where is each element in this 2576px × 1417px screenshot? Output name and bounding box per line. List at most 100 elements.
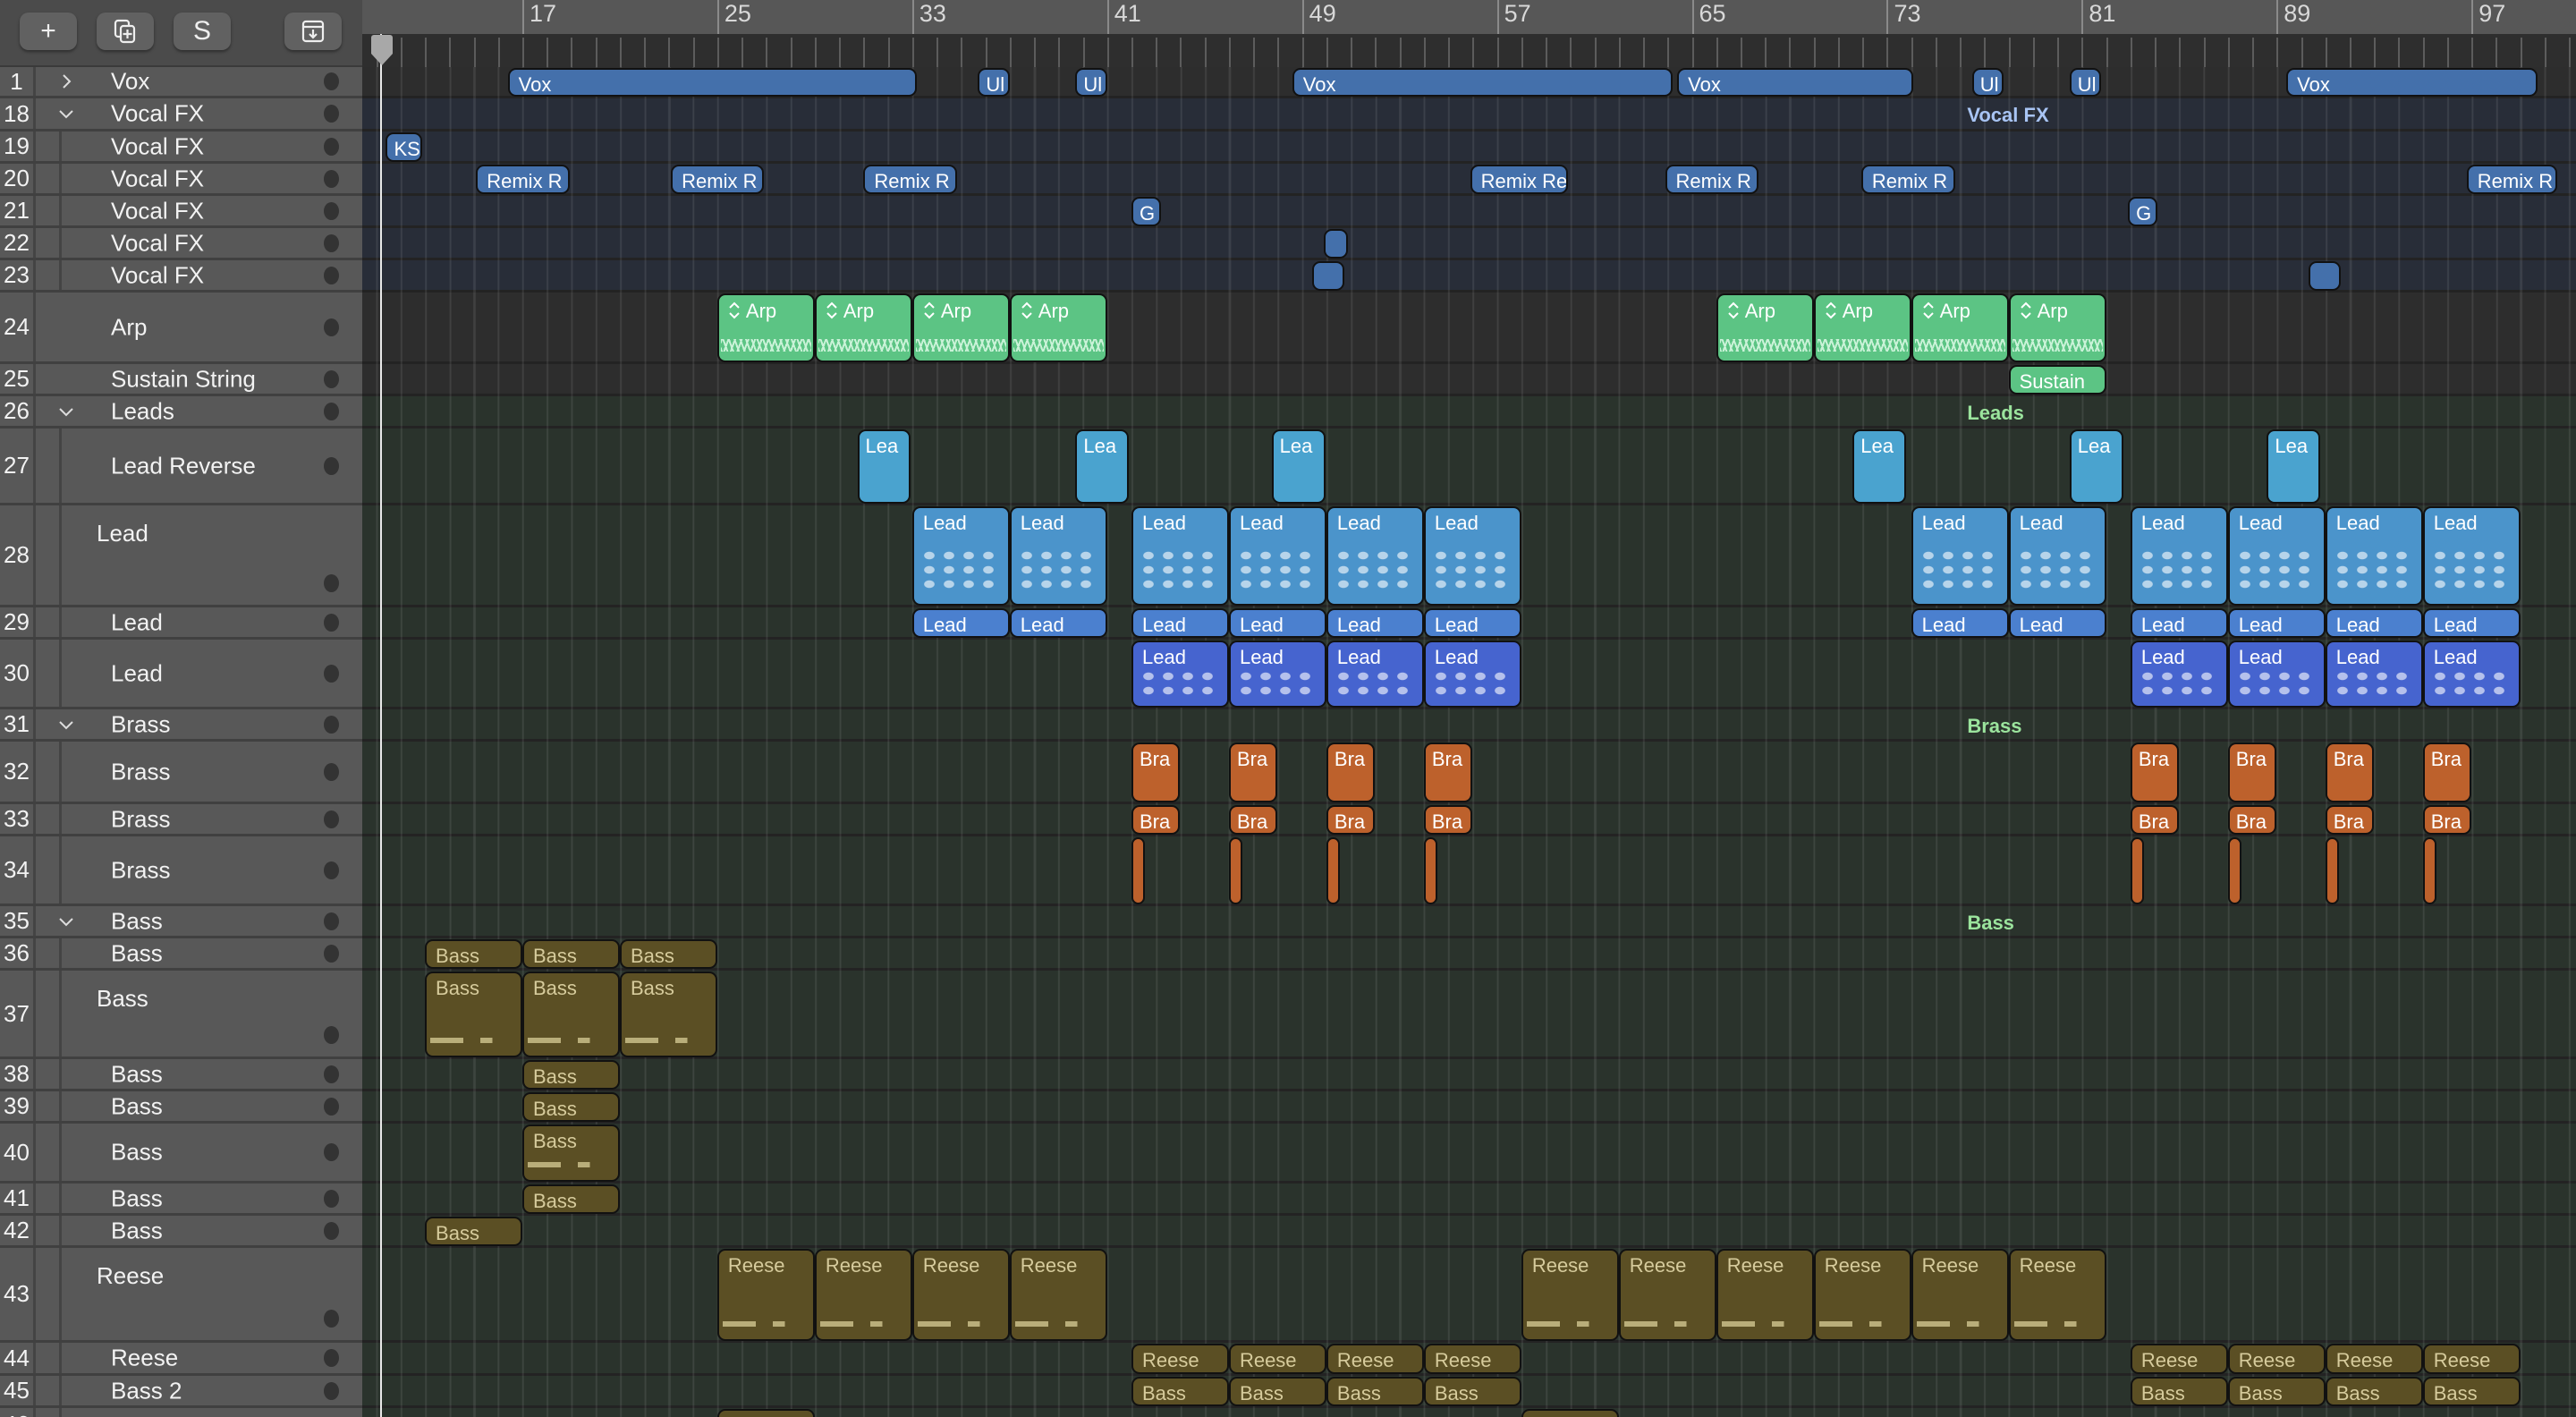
- region-untitled[interactable]: [2130, 837, 2144, 904]
- region-vox[interactable]: Vox: [2286, 68, 2538, 97]
- region-bass[interactable]: Bass: [619, 939, 717, 969]
- region-lead[interactable]: Lead: [2325, 506, 2423, 606]
- record-enable-dot[interactable]: [324, 318, 339, 336]
- region-bra[interactable]: Bra: [2227, 742, 2277, 802]
- region-reese[interactable]: Reese: [1911, 1249, 2009, 1341]
- record-enable-dot[interactable]: [324, 137, 339, 156]
- region-ks[interactable]: KS: [386, 132, 423, 162]
- region-untitled[interactable]: [1131, 837, 1145, 904]
- region-bra[interactable]: Bra: [1326, 742, 1376, 802]
- region-remix-r[interactable]: Remix R: [863, 165, 958, 194]
- track-name[interactable]: Reese: [97, 1262, 164, 1290]
- chevron-down-icon[interactable]: [57, 912, 75, 930]
- region-lead[interactable]: Lead: [2422, 506, 2521, 606]
- track-name[interactable]: Lead Reverse: [111, 452, 256, 479]
- region-lead[interactable]: Lead: [2130, 506, 2228, 606]
- track-header-40[interactable]: 40 Bass: [0, 1124, 362, 1184]
- record-enable-dot[interactable]: [324, 169, 339, 188]
- track-name[interactable]: Vocal FX: [111, 132, 204, 160]
- region-lead[interactable]: Lead: [1423, 506, 1521, 606]
- region-lead[interactable]: Lead: [1911, 608, 2009, 638]
- region-bra[interactable]: Bra: [2130, 805, 2180, 835]
- track-header-37[interactable]: 37 Bass: [0, 971, 362, 1059]
- region-ul[interactable]: Ul: [978, 68, 1010, 97]
- track-header-41[interactable]: 41 Bass: [0, 1184, 362, 1216]
- record-enable-dot[interactable]: [324, 912, 339, 930]
- record-enable-dot[interactable]: [324, 613, 339, 632]
- track-name[interactable]: Bass: [97, 985, 148, 1013]
- track-header-42[interactable]: 42 Bass: [0, 1216, 362, 1248]
- track-name[interactable]: Lead: [111, 659, 163, 687]
- region-lead[interactable]: Lead: [2130, 608, 2228, 638]
- region-bass[interactable]: Bass: [425, 1217, 522, 1246]
- add-track-button[interactable]: +: [20, 13, 77, 50]
- track-header-18[interactable]: 18 Vocal FX: [0, 98, 362, 132]
- region-bra[interactable]: Bra: [2422, 805, 2472, 835]
- region-remix-r[interactable]: Remix R: [1665, 165, 1759, 194]
- track-header-31[interactable]: 31 Brass: [0, 709, 362, 742]
- region-bass[interactable]: Bass: [522, 972, 620, 1057]
- track-name[interactable]: Brass: [111, 805, 170, 833]
- track-name[interactable]: Bass: [111, 907, 163, 935]
- track-header-32[interactable]: 32 Brass: [0, 742, 362, 804]
- record-enable-dot[interactable]: [324, 810, 339, 828]
- region-bra[interactable]: Bra: [2325, 742, 2375, 802]
- region-lead[interactable]: Lead: [1131, 506, 1229, 606]
- track-name[interactable]: Vox: [111, 68, 149, 96]
- track-name[interactable]: Leads: [111, 397, 174, 425]
- region-untitled[interactable]: [2308, 261, 2342, 291]
- region-reese[interactable]: Reese: [814, 1249, 912, 1341]
- region-ul[interactable]: Ul: [2069, 68, 2102, 97]
- timeline-ruler[interactable]: 17 25 33 41 49 57 65 73 81 89 97: [362, 0, 2576, 67]
- region-lea[interactable]: Lea: [1852, 429, 1907, 504]
- region-arp[interactable]: Arp: [814, 293, 912, 362]
- track-name[interactable]: Bass: [111, 1217, 163, 1244]
- region-arp[interactable]: Arp: [1813, 293, 1911, 362]
- record-enable-dot[interactable]: [324, 1143, 339, 1161]
- record-enable-dot[interactable]: [324, 1065, 339, 1083]
- region-bra[interactable]: Bra: [1423, 805, 1473, 835]
- record-enable-dot[interactable]: [324, 1026, 339, 1044]
- region-bra[interactable]: Bra: [2130, 742, 2180, 802]
- track-header-21[interactable]: 21 Vocal FX: [0, 196, 362, 228]
- track-name[interactable]: Bass: [111, 1092, 163, 1120]
- region-bra[interactable]: Bra: [1326, 805, 1376, 835]
- region-reese[interactable]: Reese: [1813, 1249, 1911, 1341]
- track-name[interactable]: Bass: [111, 939, 163, 967]
- track-name[interactable]: Reese: [111, 1345, 178, 1372]
- region-reese[interactable]: Reese: [1716, 1249, 1814, 1341]
- region-untitled[interactable]: [1311, 261, 1345, 291]
- region-lead[interactable]: Lead: [1009, 506, 1107, 606]
- region-bass[interactable]: Bass: [425, 939, 522, 969]
- region-arp[interactable]: Arp: [2008, 293, 2106, 362]
- region-remix-r[interactable]: Remix R: [2466, 165, 2557, 194]
- region-lead[interactable]: Lead: [2227, 506, 2326, 606]
- region-bass[interactable]: Bass: [522, 1124, 620, 1182]
- track-header-39[interactable]: 39 Bass: [0, 1091, 362, 1124]
- region-lead[interactable]: Lead: [2227, 608, 2326, 638]
- record-enable-dot[interactable]: [324, 664, 339, 683]
- track-name[interactable]: Vocal FX: [111, 261, 204, 289]
- record-enable-dot[interactable]: [324, 1221, 339, 1240]
- track-header-24[interactable]: 24 Arp: [0, 293, 362, 364]
- region-reese[interactable]: Reese: [2325, 1344, 2423, 1374]
- record-enable-dot[interactable]: [324, 456, 339, 475]
- region-reese[interactable]: Reese: [1228, 1344, 1326, 1374]
- region-untitled[interactable]: [2325, 837, 2339, 904]
- region-reese[interactable]: Reese: [1521, 1249, 1619, 1341]
- region-lead[interactable]: Lead: [911, 506, 1010, 606]
- track-header-35[interactable]: 35 Bass: [0, 906, 362, 938]
- region-arp[interactable]: Arp: [911, 293, 1010, 362]
- region-remix-re[interactable]: Remix Re: [1470, 165, 1568, 194]
- region-bass[interactable]: Bass: [2227, 1377, 2326, 1406]
- region-vox[interactable]: Vox: [1292, 68, 1673, 97]
- track-header-46[interactable]: 46: [0, 1408, 362, 1417]
- record-enable-dot[interactable]: [324, 1097, 339, 1116]
- region-lead[interactable]: Lead: [2008, 506, 2106, 606]
- track-header-1[interactable]: 1 Vox: [0, 67, 362, 98]
- region-reese[interactable]: Reese: [1618, 1249, 1716, 1341]
- track-header-29[interactable]: 29 Lead: [0, 607, 362, 640]
- track-header-45[interactable]: 45 Bass 2: [0, 1376, 362, 1408]
- record-enable-dot[interactable]: [324, 574, 339, 592]
- region-lea[interactable]: Lea: [1271, 429, 1326, 504]
